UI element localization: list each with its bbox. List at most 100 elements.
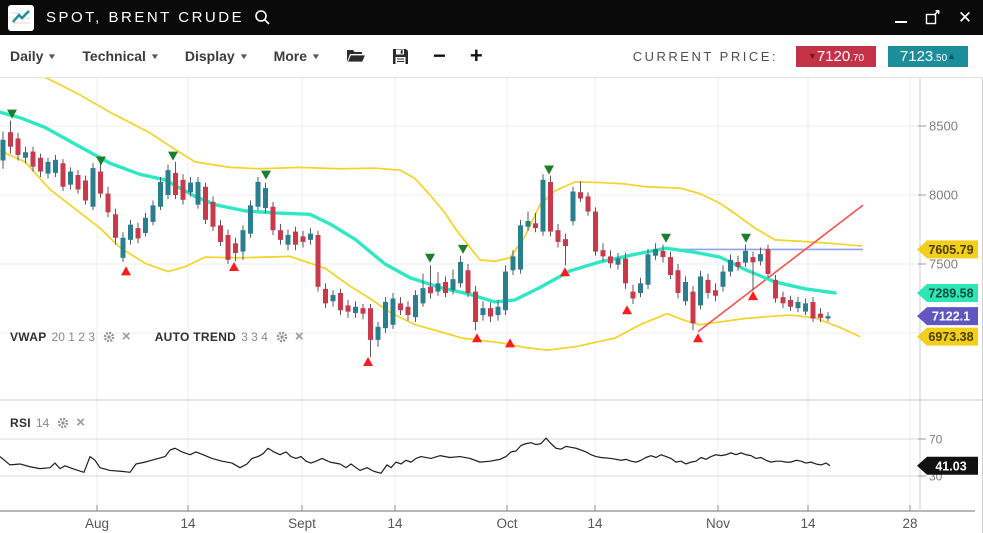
bullish-candle bbox=[496, 307, 501, 315]
bearish-candle bbox=[368, 308, 373, 340]
vwap-settings-gear-icon[interactable] bbox=[103, 331, 115, 343]
bearish-candle bbox=[83, 181, 88, 201]
bearish-candle bbox=[76, 175, 81, 189]
bearish-candle bbox=[61, 163, 66, 186]
bearish-candle bbox=[428, 287, 433, 293]
vwap-indicator-name: VWAP bbox=[10, 330, 47, 344]
vwap-remove-icon[interactable]: × bbox=[122, 331, 131, 343]
technical-menu[interactable]: Technical ▼ bbox=[82, 48, 158, 64]
bearish-candle bbox=[338, 293, 343, 310]
bearish-candle bbox=[361, 308, 366, 314]
bullish-candle bbox=[796, 302, 801, 308]
bullish-candle bbox=[758, 254, 763, 261]
bullish-candle bbox=[143, 218, 148, 233]
price-tick-label: 8500 bbox=[929, 119, 958, 134]
date-tick-label: Nov bbox=[706, 516, 730, 531]
window-controls: ✕ bbox=[893, 0, 973, 35]
bullish-candle bbox=[511, 256, 516, 270]
bearish-candle bbox=[578, 192, 583, 198]
bullish-candle bbox=[728, 260, 733, 272]
price-down-arrow-icon: ▼ bbox=[808, 52, 817, 61]
display-menu-label: Display bbox=[185, 48, 235, 64]
bullish-candle bbox=[376, 327, 381, 340]
bearish-candle bbox=[233, 243, 238, 253]
autotrend-settings-gear-icon[interactable] bbox=[276, 331, 288, 343]
bearish-candle bbox=[751, 257, 756, 262]
bullish-candle bbox=[121, 238, 126, 258]
sell-signal-icon bbox=[261, 171, 271, 180]
bearish-candle bbox=[406, 307, 411, 315]
bullish-candle bbox=[256, 182, 261, 207]
window-title: SPOT, BRENT CRUDE bbox=[46, 9, 244, 26]
autotrend-remove-icon[interactable]: × bbox=[295, 331, 304, 343]
minimize-button[interactable] bbox=[893, 10, 909, 26]
bullish-candle bbox=[616, 258, 621, 264]
bearish-candle bbox=[271, 207, 276, 230]
bullish-candle bbox=[196, 182, 201, 205]
search-icon[interactable] bbox=[254, 9, 271, 26]
bearish-candle bbox=[31, 152, 36, 167]
bearish-candle bbox=[98, 172, 103, 194]
more-menu[interactable]: More ▼ bbox=[274, 48, 320, 64]
buy-signal-icon bbox=[472, 333, 482, 342]
bearish-candle bbox=[106, 194, 111, 213]
restore-button[interactable] bbox=[925, 10, 941, 26]
titlebar: SPOT, BRENT CRUDE ✕ bbox=[0, 0, 983, 35]
bullish-candle bbox=[383, 302, 388, 328]
date-tick-label: Aug bbox=[85, 516, 109, 531]
bullish-candle bbox=[331, 295, 336, 301]
chart-area[interactable]: 8500800075007030Aug14Sept14Oct14Nov14287… bbox=[0, 78, 983, 533]
sell-signal-icon bbox=[544, 165, 554, 174]
price-tag-label: 7289.58 bbox=[928, 287, 973, 301]
bullish-candle bbox=[308, 234, 313, 240]
bearish-candle bbox=[181, 180, 186, 200]
save-icon[interactable] bbox=[392, 48, 409, 65]
bearish-candle bbox=[301, 236, 306, 242]
more-menu-label: More bbox=[274, 48, 307, 64]
bearish-candle bbox=[773, 280, 778, 299]
bearish-candle bbox=[713, 290, 718, 296]
bullish-candle bbox=[353, 307, 358, 313]
price-tag-label: 7122.1 bbox=[932, 310, 970, 324]
bullish-candle bbox=[503, 272, 508, 311]
zoom-in-button[interactable]: + bbox=[470, 46, 483, 66]
date-tick-label: 28 bbox=[902, 516, 917, 531]
bullish-candle bbox=[91, 168, 96, 207]
bearish-candle bbox=[766, 249, 771, 274]
autotrend-indicator-params: 3 3 4 bbox=[241, 330, 268, 344]
bearish-candle bbox=[398, 303, 403, 310]
bid-price-dec: .70 bbox=[850, 53, 864, 64]
bullish-candle bbox=[481, 308, 486, 315]
current-price-block: CURRENT PRICE: ▼7120.70 7123.50▲ bbox=[633, 35, 980, 78]
date-tick-label: Sept bbox=[288, 516, 316, 531]
bullish-candle bbox=[803, 303, 808, 311]
price-tick-label: 8000 bbox=[929, 188, 958, 203]
bearish-candle bbox=[346, 305, 351, 311]
buy-signal-icon bbox=[121, 266, 131, 275]
bearish-candle bbox=[316, 235, 321, 287]
technical-menu-label: Technical bbox=[82, 48, 146, 64]
bid-price-badge: ▼7120.70 bbox=[796, 46, 876, 67]
ask-price-dec: .50 bbox=[933, 53, 947, 64]
bearish-candle bbox=[563, 239, 568, 246]
zoom-out-button[interactable]: − bbox=[433, 46, 446, 66]
timeframe-menu[interactable]: Daily ▼ bbox=[10, 48, 56, 64]
app-logo-icon bbox=[8, 5, 34, 31]
price-chart: 8500800075007030Aug14Sept14Oct14Nov14287… bbox=[0, 78, 983, 533]
price-tick-label: 7500 bbox=[929, 257, 958, 272]
bullish-candle bbox=[166, 170, 171, 195]
rsi-value-tag-label: 41.03 bbox=[935, 459, 966, 473]
chevron-down-icon: ▼ bbox=[47, 52, 57, 61]
bearish-candle bbox=[601, 250, 606, 256]
close-button[interactable]: ✕ bbox=[957, 10, 973, 26]
rsi-indicator-params: 14 bbox=[36, 416, 49, 430]
price-tag-label: 7605.79 bbox=[928, 243, 973, 257]
bearish-candle bbox=[38, 158, 43, 172]
rsi-settings-gear-icon[interactable] bbox=[57, 417, 69, 429]
bearish-candle bbox=[488, 308, 493, 316]
date-tick-label: 14 bbox=[387, 516, 403, 531]
open-folder-icon[interactable] bbox=[346, 48, 366, 64]
bearish-candle bbox=[661, 251, 666, 257]
display-menu[interactable]: Display ▼ bbox=[185, 48, 248, 64]
rsi-remove-icon[interactable]: × bbox=[76, 417, 85, 429]
